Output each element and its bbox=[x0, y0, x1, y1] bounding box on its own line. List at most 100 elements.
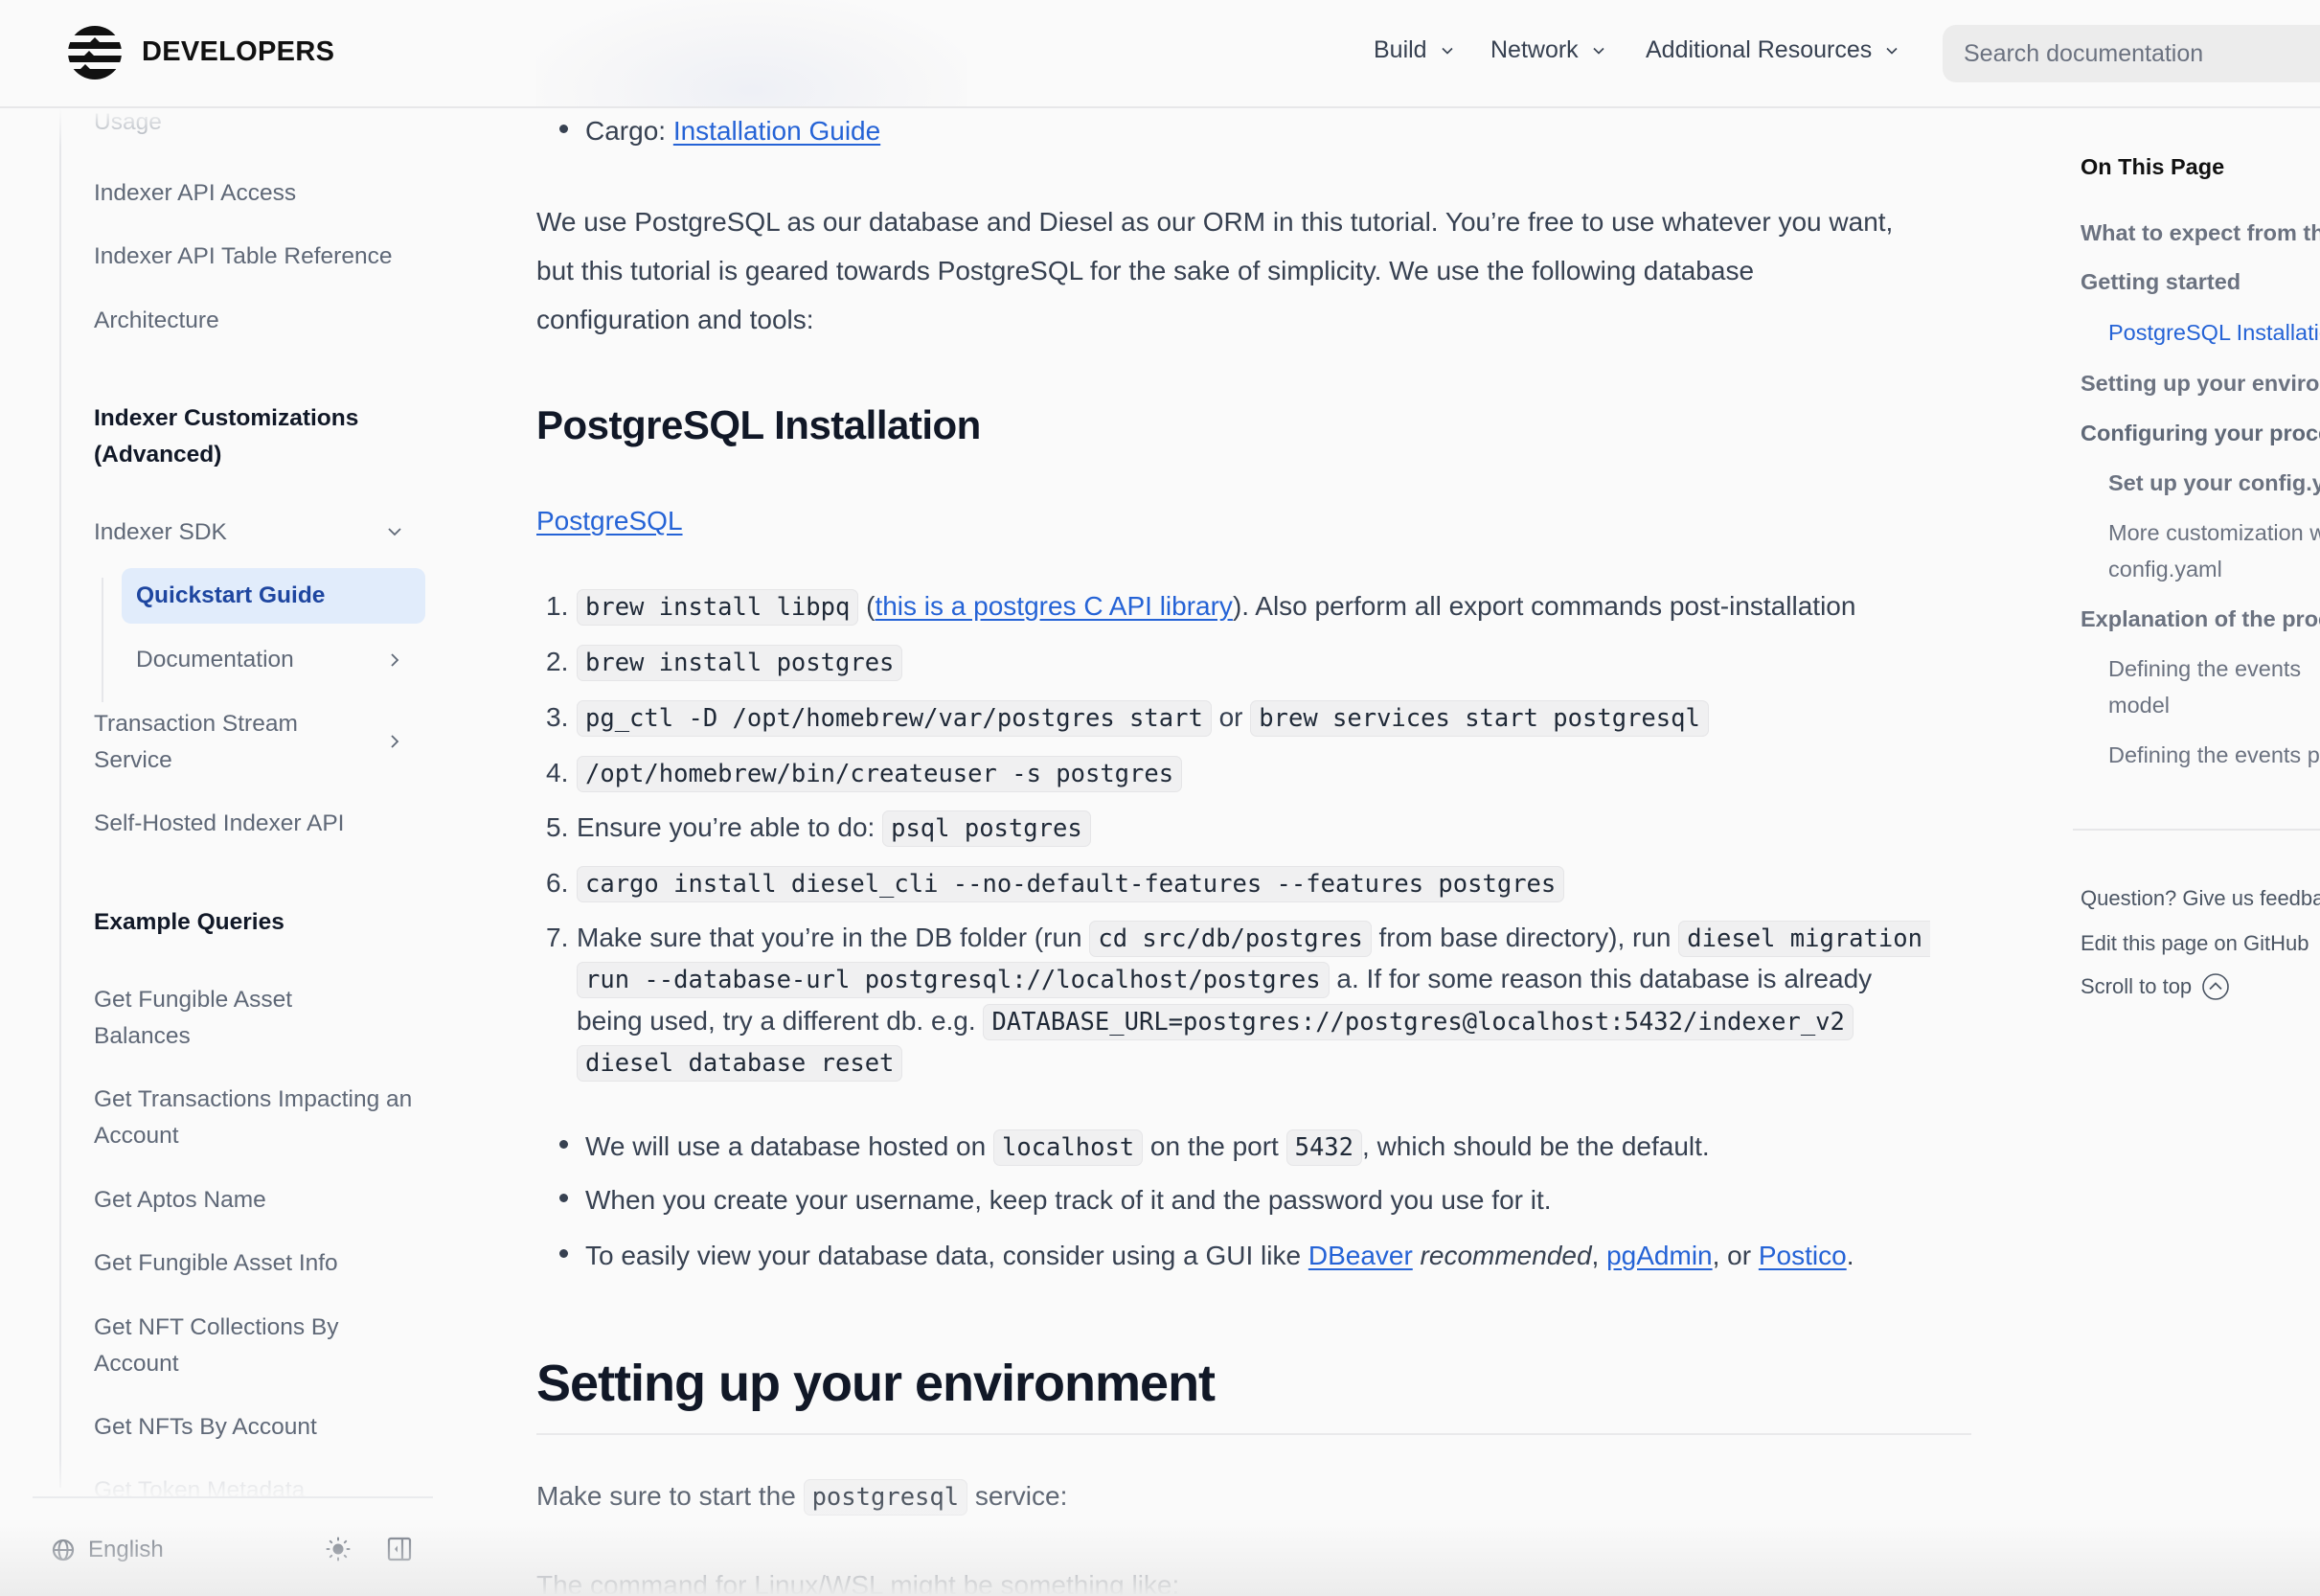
code-brew-install-postgres: brew install postgres bbox=[577, 645, 903, 681]
nav-network[interactable]: Network bbox=[1490, 36, 1605, 64]
nav-additional-resources-label: Additional Resources bbox=[1646, 36, 1873, 63]
postico-link[interactable]: Postico bbox=[1759, 1241, 1847, 1271]
list-item-step-3: 3. pg_ctl -D /opt/homebrew/var/postgres s… bbox=[546, 700, 1709, 737]
toc-item-what-to-expect[interactable]: What to expect from this tutorial bbox=[2081, 215, 2320, 251]
sidebar-item-transaction-stream-service[interactable]: Transaction Stream Service bbox=[94, 706, 381, 779]
scroll-to-top-button[interactable]: Scroll to top bbox=[2081, 972, 2230, 1001]
nav-build[interactable]: Build bbox=[1374, 36, 1454, 64]
sidebar-item-indexer-api-table-reference[interactable]: Indexer API Table Reference bbox=[94, 239, 420, 275]
linux-command-paragraph: The command for Linux/WSL might be somet… bbox=[536, 1570, 1180, 1596]
bullet-text: . bbox=[1846, 1241, 1854, 1270]
toc-item-line: Defining the events bbox=[2108, 656, 2302, 681]
sidebar-item-architecture[interactable]: Architecture bbox=[94, 303, 420, 339]
sidebar-item-get-nfts-by-account[interactable]: Get NFTs By Account bbox=[94, 1409, 420, 1446]
code-localhost: localhost bbox=[992, 1129, 1144, 1166]
step-number: 3. bbox=[546, 702, 569, 732]
bullet-text: When you create your username, keep trac… bbox=[585, 1185, 1552, 1215]
globe-icon bbox=[52, 1539, 75, 1562]
sidebar-item-self-hosted-indexer-api[interactable]: Self-Hosted Indexer API bbox=[94, 806, 420, 842]
arrow-up-circle-icon bbox=[2202, 973, 2229, 1000]
code-diesel-database-reset: diesel database reset bbox=[577, 1045, 903, 1082]
list-item-cargo: Cargo: Installation Guide bbox=[559, 116, 880, 147]
step-number: 1. bbox=[546, 591, 569, 621]
toc-item-getting-started[interactable]: Getting started bbox=[2081, 263, 2240, 300]
list-item-step-1: 1. brew install libpq (this is a postgres… bbox=[546, 589, 1856, 626]
sidebar-fade-top bbox=[0, 108, 433, 147]
code-database-url: DATABASE_URL=postgres://postgres@localho… bbox=[983, 1004, 1854, 1040]
toc-item-set-up-config[interactable]: Set up your config.yaml bbox=[2108, 465, 2320, 501]
bullet-text: We will use a database hosted on bbox=[585, 1131, 993, 1161]
toc-item-explanation-of-processor[interactable]: Explanation of the processor bbox=[2081, 601, 2320, 637]
sidebar-item-get-transactions-impacting-an-account[interactable]: Get Transactions Impacting an Account bbox=[94, 1082, 420, 1154]
step-number: 5. bbox=[546, 812, 569, 842]
step-text: ). Also perform all export commands post… bbox=[1232, 591, 1856, 621]
heading-postgresql-installation: PostgreSQL Installation bbox=[536, 402, 981, 447]
sidebar-item-indexer-api-access[interactable]: Indexer API Access bbox=[94, 175, 420, 212]
sidebar-rail bbox=[59, 108, 61, 1488]
main-content: Cargo: Installation Guide We use Postgre… bbox=[536, 108, 1973, 1596]
bullet-icon bbox=[559, 1194, 568, 1202]
sidebar-section-indexer-customizations: Indexer Customizations (Advanced) bbox=[94, 405, 359, 467]
sidebar-item-get-fungible-asset-info[interactable]: Get Fungible Asset Info bbox=[94, 1245, 420, 1282]
on-this-page-toc: On This Page What to expect from this tu… bbox=[2050, 108, 2320, 1596]
sun-icon[interactable] bbox=[326, 1537, 351, 1562]
bullet-text: , or bbox=[1712, 1241, 1759, 1270]
list-item-step-7-line-4: diesel database reset bbox=[577, 1045, 903, 1082]
postgresql-link[interactable]: PostgreSQL bbox=[536, 506, 683, 536]
list-item-step-2: 2. brew install postgres bbox=[546, 645, 903, 681]
sidebar-collapse-icon[interactable] bbox=[387, 1537, 412, 1562]
bullet-text: on the port bbox=[1143, 1131, 1286, 1161]
sidebar-subtree-rail bbox=[102, 578, 103, 702]
nav-additional-resources[interactable]: Additional Resources bbox=[1646, 36, 1899, 64]
sidebar-item-quickstart-guide[interactable]: Quickstart Guide bbox=[122, 568, 425, 624]
bullet-text: To easily view your database data, consi… bbox=[585, 1241, 1308, 1270]
sidebar-item-documentation[interactable]: Documentation bbox=[136, 642, 294, 678]
heading-divider bbox=[536, 1433, 1971, 1435]
sidebar-item-indexer-sdk-label: Indexer SDK bbox=[94, 519, 227, 545]
code-diesel-migration-run: run --database-url postgresql://localhos… bbox=[577, 962, 1330, 998]
bullet-text: , which should be the default. bbox=[1362, 1131, 1710, 1161]
toc-item-postgresql-installation[interactable]: PostgreSQL Installation bbox=[2108, 314, 2320, 351]
toc-item-defining-events-model[interactable]: Defining the events model bbox=[2108, 650, 2301, 723]
code-cd-src-db-postgres: cd src/db/postgres bbox=[1089, 921, 1372, 957]
sidebar-item-get-aptos-name[interactable]: Get Aptos Name bbox=[94, 1182, 420, 1219]
list-item-step-7-line-2: run --database-url postgresql://localhos… bbox=[577, 962, 1872, 998]
toc-title: On This Page bbox=[2081, 154, 2225, 179]
list-item-step-5: 5. Ensure you’re able to do: psql postgre… bbox=[546, 810, 1091, 847]
nav-build-label: Build bbox=[1374, 36, 1427, 63]
intro-line: configuration and tools: bbox=[536, 305, 814, 334]
sidebar-item-get-nft-collections-by-account[interactable]: Get NFT Collections By Account bbox=[94, 1310, 372, 1382]
feedback-link[interactable]: Question? Give us feedback bbox=[2081, 886, 2320, 911]
edit-on-github-link[interactable]: Edit this page on GitHub bbox=[2081, 931, 2309, 956]
chevron-right-icon[interactable] bbox=[385, 650, 404, 670]
code-cargo-install-diesel: cargo install diesel_cli --no-default-fe… bbox=[577, 866, 1565, 902]
chevron-down-icon bbox=[1593, 47, 1604, 55]
dbeaver-link[interactable]: DBeaver bbox=[1308, 1241, 1413, 1271]
aptos-logo-icon[interactable] bbox=[67, 25, 123, 80]
step-text: Ensure you’re able to do: bbox=[577, 812, 883, 842]
env-paragraph: Make sure to start the postgresql servic… bbox=[536, 1479, 1067, 1516]
sidebar-footer: English bbox=[33, 1496, 433, 1596]
list-item-step-4: 4. /opt/homebrew/bin/createuser -s postgr… bbox=[546, 756, 1183, 792]
brand-name[interactable]: DEVELOPERS bbox=[142, 36, 334, 68]
postgres-c-api-library-link[interactable]: this is a postgres C API library bbox=[875, 591, 1232, 621]
step-text: being used, try a different db. e.g. bbox=[577, 1006, 984, 1036]
toc-item-setting-up-environment[interactable]: Setting up your environment bbox=[2081, 365, 2320, 401]
bullet-text: , bbox=[1591, 1241, 1607, 1270]
list-item-step-7: 7. Make sure that you’re in the DB folder… bbox=[546, 921, 1930, 957]
search-input[interactable] bbox=[1943, 25, 2320, 82]
chevron-right-icon[interactable] bbox=[385, 732, 404, 751]
sidebar-item-get-fungible-asset-balances[interactable]: Get Fungible Asset Balances bbox=[94, 982, 333, 1055]
toc-item-more-customization[interactable]: More customization with config.yaml bbox=[2108, 514, 2320, 587]
toc-item-defining-events-processor[interactable]: Defining the events processor bbox=[2108, 737, 2320, 773]
code-psql-postgres: psql postgres bbox=[882, 810, 1091, 847]
language-selector[interactable]: English bbox=[52, 1537, 164, 1563]
cargo-installation-guide-link[interactable]: Installation Guide bbox=[673, 116, 880, 147]
code-diesel-migration: diesel migration bbox=[1678, 921, 1930, 957]
step-text: from base directory), run bbox=[1371, 923, 1679, 952]
sidebar-item-indexer-sdk[interactable]: Indexer SDK bbox=[94, 514, 420, 551]
bullet-icon bbox=[559, 1249, 568, 1258]
toc-item-configuring-processor[interactable]: Configuring your processor bbox=[2081, 415, 2320, 451]
chevron-down-icon[interactable] bbox=[385, 522, 404, 541]
pgadmin-link[interactable]: pgAdmin bbox=[1606, 1241, 1713, 1271]
